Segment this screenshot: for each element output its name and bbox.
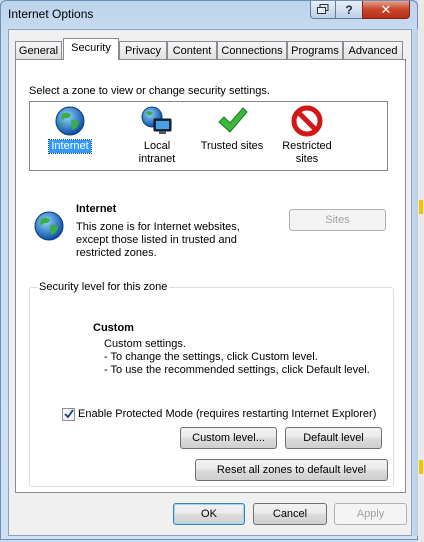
window-title: Internet Options [8, 7, 94, 21]
checkmark-icon [218, 107, 248, 133]
security-tab-panel: Select a zone to view or change security… [15, 59, 406, 493]
tab-security[interactable]: Security [63, 38, 119, 60]
zone-restricted-sites[interactable]: Restricted sites [272, 105, 342, 166]
ok-button[interactable]: OK [173, 503, 245, 525]
sites-button[interactable]: Sites [289, 209, 386, 231]
intranet-icon [141, 106, 172, 134]
check-icon [64, 409, 74, 419]
tab-label: Privacy [124, 45, 162, 57]
cancel-button[interactable]: Cancel [253, 503, 327, 525]
tab-label: Security [71, 42, 111, 54]
security-level-group-title: Security level for this zone [37, 281, 170, 293]
description-line: This zone is for Internet websites, [76, 221, 240, 233]
tab-connections[interactable]: Connections [217, 41, 287, 59]
selected-zone-globe-icon [34, 211, 64, 241]
help-icon: ? [345, 2, 353, 17]
tab-label: Connections [221, 45, 283, 57]
restore-icon [317, 4, 329, 14]
security-level-description: Custom settings. - To change the setting… [104, 338, 370, 377]
tab-label: General [18, 45, 59, 57]
description-line: - To use the recommended settings, click… [104, 364, 370, 376]
security-level-group [29, 287, 394, 487]
tab-privacy[interactable]: Privacy [119, 41, 167, 59]
selected-zone-name: Internet [76, 203, 117, 215]
close-button[interactable]: ✕ [362, 1, 410, 19]
description-line: - To change the settings, click Custom l… [104, 351, 318, 363]
help-button[interactable]: ? [335, 1, 363, 19]
tab-strip: General Security Privacy Content Connect… [15, 38, 407, 60]
tab-general[interactable]: General [15, 41, 62, 59]
custom-level-button[interactable]: Custom level... [180, 427, 277, 449]
tab-label: Content [172, 45, 212, 57]
zone-internet[interactable]: Internet [35, 105, 105, 154]
tab-content[interactable]: Content [167, 41, 217, 59]
zone-label-trusted-sites: Trusted sites [200, 140, 264, 152]
zone-label-internet: Internet [48, 139, 92, 154]
description-line: restricted zones. [76, 247, 157, 259]
dialog-button-row: OK Cancel Apply [9, 500, 411, 530]
protected-mode-checkbox[interactable] [62, 408, 75, 421]
reset-all-zones-button[interactable]: Reset all zones to default level [195, 459, 388, 481]
tab-label: Advanced [348, 45, 398, 57]
title-bar[interactable]: Internet Options ? ✕ [1, 1, 417, 29]
background-highlight [419, 200, 423, 214]
tab-advanced[interactable]: Advanced [343, 41, 403, 59]
tab-programs[interactable]: Programs [287, 41, 343, 59]
background-highlight [419, 460, 423, 474]
globe-icon [55, 106, 85, 136]
dialog-body: General Security Privacy Content Connect… [8, 29, 412, 536]
restore-button[interactable] [310, 1, 336, 19]
zone-label-restricted-sites: Restricted sites [282, 140, 332, 165]
zone-local-intranet[interactable]: Local intranet [122, 105, 192, 166]
tab-label: Programs [291, 45, 339, 57]
zone-list: Internet Local intranet Trusted sites Re… [29, 101, 388, 171]
zone-prompt: Select a zone to view or change security… [29, 85, 270, 97]
zone-trusted-sites[interactable]: Trusted sites [197, 105, 267, 153]
security-level-name: Custom [93, 322, 134, 334]
prohibited-icon [291, 105, 323, 137]
protected-mode-label[interactable]: Enable Protected Mode (requires restarti… [78, 408, 376, 420]
internet-options-window: Internet Options ? ✕ General Security Pr… [0, 0, 419, 540]
background-window-strip [418, 0, 424, 542]
description-line: except those listed in trusted and [76, 234, 237, 246]
selected-zone-description: This zone is for Internet websites, exce… [76, 221, 240, 260]
default-level-button[interactable]: Default level [285, 427, 382, 449]
zone-label-local-intranet: Local intranet [138, 140, 176, 165]
apply-button[interactable]: Apply [334, 503, 407, 525]
close-icon: ✕ [380, 1, 392, 17]
description-line: Custom settings. [104, 338, 186, 350]
